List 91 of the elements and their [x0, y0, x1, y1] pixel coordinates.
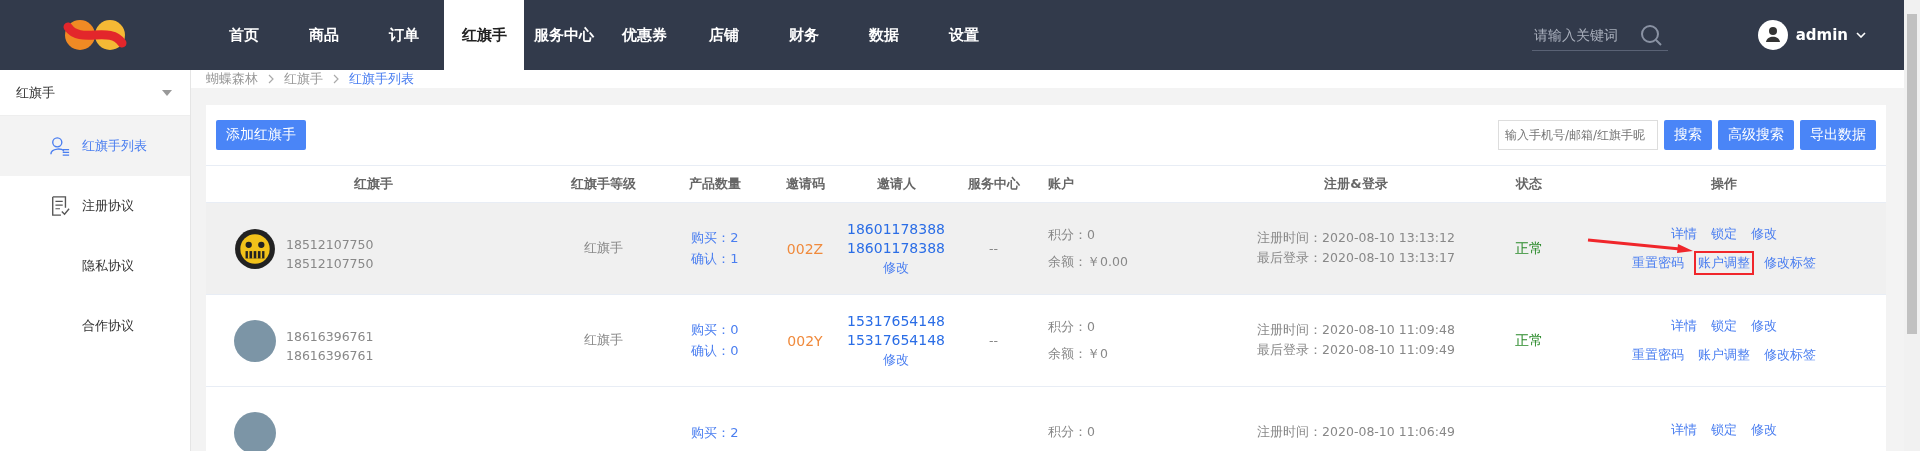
column-header: 账户 — [1047, 175, 1075, 193]
phone-number: 18616396761 — [286, 347, 374, 363]
time-text: 最后登录：2020-08-10 13:13:17 — [1257, 250, 1455, 267]
time-text: 最后登录：2020-08-10 11:09:49 — [1257, 342, 1455, 359]
nav-tab[interactable]: 店铺 — [684, 0, 764, 70]
action-link[interactable]: 详情 — [1666, 222, 1701, 246]
nav-tab[interactable]: 首页 — [204, 0, 284, 70]
column-header: 邀请码 — [784, 175, 826, 193]
skull-avatar-icon — [234, 227, 276, 270]
nav-tab[interactable]: 订单 — [364, 0, 444, 70]
status-text: 正常 — [1514, 239, 1543, 258]
nav-tab[interactable]: 数据 — [844, 0, 924, 70]
search-icon[interactable] — [1639, 23, 1662, 46]
nav-tab[interactable]: 服务中心 — [524, 0, 604, 70]
action-link[interactable]: 锁定 — [1706, 418, 1741, 442]
photo-placeholder — [234, 319, 276, 362]
breadcrumb-link[interactable]: 蝴蝶森林 — [206, 70, 258, 88]
chevron-down-icon[interactable] — [1856, 32, 1866, 38]
toolbar-button[interactable]: 导出数据 — [1800, 120, 1876, 150]
search-input[interactable]: 输入手机号/邮箱/红旗手昵 — [1498, 120, 1658, 150]
toolbar-button[interactable]: 高级搜索 — [1718, 120, 1794, 150]
product-count-link[interactable]: 购买：2 — [691, 229, 739, 247]
chevron-right-icon — [333, 74, 339, 84]
invite-code: 002Y — [787, 332, 823, 349]
invite-code: 002Z — [786, 240, 824, 257]
account-text: 余额：￥0.00 — [1048, 253, 1128, 271]
inviter-phone-link[interactable]: 18601178388 — [847, 220, 945, 237]
account-text: 积分：0 — [1048, 424, 1095, 441]
caret-icon[interactable] — [162, 89, 172, 96]
action-link[interactable]: 锁定 — [1706, 222, 1741, 246]
column-header: 操作 — [1709, 175, 1738, 193]
action-link[interactable]: 修改标签 — [1759, 343, 1820, 367]
photo-placeholder — [234, 411, 276, 451]
breadcrumb-link[interactable]: 红旗手列表 — [349, 70, 414, 88]
phone-number: 18616396761 — [286, 328, 374, 344]
edit-link[interactable]: 修改 — [883, 258, 909, 277]
avatar-icon[interactable] — [1757, 20, 1788, 50]
sidebar-item[interactable]: 合作协议 — [0, 296, 190, 356]
nav-tab[interactable]: 财务 — [764, 0, 844, 70]
action-link[interactable]: 修改 — [1746, 222, 1781, 246]
product-count-link[interactable]: 确认：0 — [691, 342, 739, 360]
action-link[interactable]: 详情 — [1666, 418, 1701, 442]
action-link[interactable]: 账户调整 — [1693, 251, 1754, 275]
column-header: 状态 — [1514, 175, 1543, 193]
account-text: 余额：￥0 — [1048, 345, 1108, 363]
inviter-phone-link[interactable]: 18601178388 — [847, 239, 945, 256]
service-center-text: -- — [989, 241, 998, 256]
column-header: 红旗手 — [353, 175, 394, 193]
action-link[interactable]: 重置密码 — [1627, 251, 1688, 275]
breadcrumb-link[interactable]: 红旗手 — [284, 70, 323, 88]
column-header: 邀请人 — [875, 175, 917, 193]
action-link[interactable]: 锁定 — [1706, 314, 1741, 338]
account-text: 积分：0 — [1048, 318, 1095, 336]
action-link[interactable]: 修改标签 — [1759, 251, 1820, 275]
column-header: 服务中心 — [966, 175, 1021, 193]
product-count-link[interactable]: 确认：1 — [691, 250, 739, 268]
toolbar-button[interactable]: 搜索 — [1664, 120, 1712, 150]
product-count-link[interactable]: 购买：0 — [691, 321, 739, 339]
nav-tab[interactable]: 设置 — [924, 0, 1004, 70]
column-header: 产品数量 — [688, 175, 742, 193]
action-link[interactable]: 修改 — [1746, 314, 1781, 338]
action-link[interactable]: 详情 — [1666, 314, 1701, 338]
nav-tab[interactable]: 红旗手 — [444, 0, 524, 70]
sidebar-item[interactable]: 隐私协议 — [0, 236, 190, 296]
inviter-phone-link[interactable]: 15317654148 — [847, 331, 945, 348]
service-center-text: -- — [989, 333, 998, 348]
phone-number: 18512107750 — [286, 236, 374, 252]
product-count-link[interactable]: 购买：2 — [691, 423, 739, 442]
column-header: 红旗手等级 — [570, 175, 637, 193]
level-text: 红旗手 — [584, 240, 623, 257]
sidebar-item[interactable]: 注册协议 — [0, 176, 190, 236]
user-name[interactable]: admin — [1795, 26, 1848, 44]
level-text: 红旗手 — [584, 332, 623, 349]
inviter-phone-link[interactable]: 15317654148 — [847, 312, 945, 329]
chevron-right-icon — [268, 74, 274, 84]
time-text: 注册时间：2020-08-10 13:13:12 — [1257, 230, 1455, 247]
action-link[interactable]: 账户调整 — [1693, 343, 1754, 367]
time-text: 注册时间：2020-08-10 11:09:48 — [1257, 322, 1455, 339]
status-text: 正常 — [1514, 331, 1543, 350]
edit-link[interactable]: 修改 — [883, 350, 909, 369]
time-text: 注册时间：2020-08-10 11:06:49 — [1257, 424, 1455, 441]
sidebar-item[interactable]: 红旗手列表 — [0, 116, 190, 176]
action-link[interactable]: 修改 — [1746, 418, 1781, 442]
nav-tab[interactable]: 优惠券 — [604, 0, 684, 70]
search-field[interactable]: 请输入关键词 — [1531, 25, 1640, 44]
phone-number: 18512107750 — [286, 255, 374, 271]
action-link[interactable]: 重置密码 — [1627, 343, 1688, 367]
add-button[interactable]: 添加红旗手 — [216, 120, 306, 150]
column-header: 注册&登录 — [1323, 175, 1389, 193]
nav-tab[interactable]: 商品 — [284, 0, 364, 70]
account-text: 积分：0 — [1048, 226, 1095, 244]
